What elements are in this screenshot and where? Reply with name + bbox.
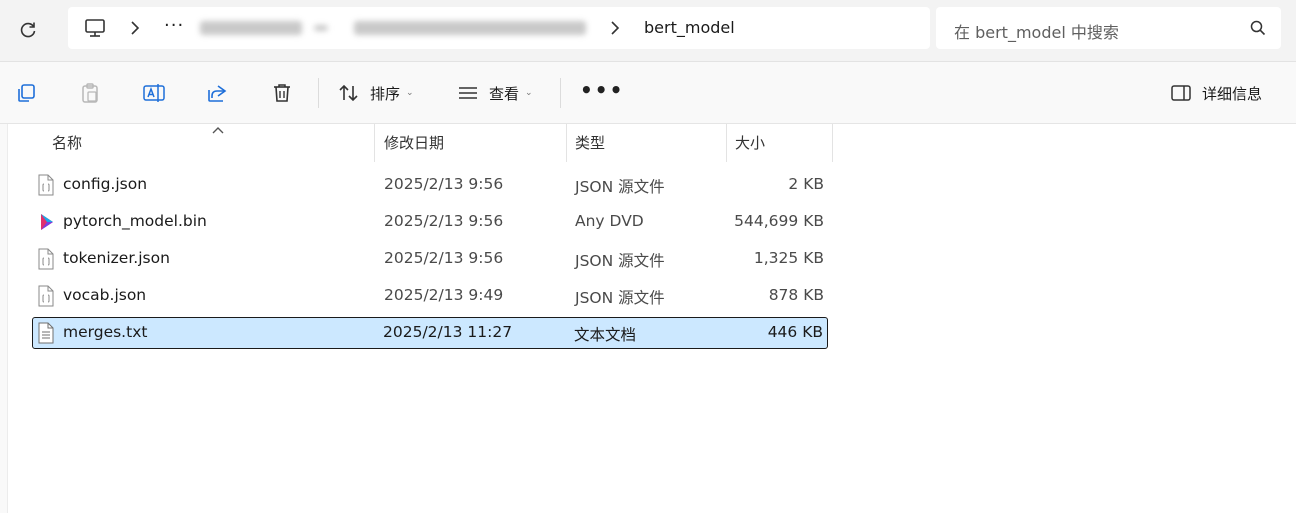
table-row[interactable]: pytorch_model.bin 2025/2/13 9:56 Any DVD…: [32, 206, 828, 238]
sort-button[interactable]: 排序 ⌄: [338, 79, 414, 107]
file-date: 2025/2/13 9:56: [384, 175, 504, 193]
json-file-icon: [38, 248, 54, 274]
file-name[interactable]: merges.txt: [63, 323, 147, 341]
details-pane-icon: [1171, 85, 1191, 101]
file-size: 446 KB: [767, 323, 823, 341]
file-list: 名称 修改日期 类型 大小 config.json 2025/2/13 9:56…: [8, 124, 1296, 513]
file-type: Any DVD: [575, 212, 644, 230]
file-date: 2025/2/13 9:49: [384, 286, 504, 304]
search-input[interactable]: 在 bert_model 中搜索: [954, 19, 1119, 43]
refresh-icon: [20, 22, 36, 38]
file-size: 1,325 KB: [753, 249, 824, 267]
copy-icon: [18, 84, 35, 102]
json-file-icon: [38, 285, 54, 311]
copy-button[interactable]: [15, 79, 37, 107]
column-header-name[interactable]: 名称: [52, 132, 82, 153]
toolbar-divider: [560, 78, 561, 108]
table-row[interactable]: vocab.json 2025/2/13 9:49 JSON 源文件 878 K…: [32, 280, 828, 312]
delete-button[interactable]: [271, 79, 293, 107]
chevron-right-icon[interactable]: [130, 21, 140, 39]
refresh-button[interactable]: [14, 16, 42, 44]
column-header-date[interactable]: 修改日期: [384, 132, 444, 153]
column-header-type[interactable]: 类型: [575, 132, 605, 153]
file-type: JSON 源文件: [575, 252, 665, 270]
sort-icon: [339, 84, 358, 102]
more-options-button[interactable]: •••: [580, 78, 624, 102]
view-button[interactable]: 查看 ⌄: [457, 79, 533, 107]
file-size: 544,699 KB: [734, 212, 824, 230]
file-date: 2025/2/13 9:56: [384, 249, 504, 267]
this-pc-icon[interactable]: [84, 18, 106, 42]
text-file-icon: [38, 322, 54, 348]
chevron-right-icon[interactable]: [610, 21, 620, 39]
file-name[interactable]: vocab.json: [63, 286, 146, 304]
column-divider[interactable]: [832, 124, 833, 162]
paste-icon: [82, 83, 98, 103]
command-bar: 排序 ⌄ 查看 ⌄ ••• 详细信息: [0, 62, 1296, 124]
table-row[interactable]: config.json 2025/2/13 9:56 JSON 源文件 2 KB: [32, 169, 828, 201]
media-file-icon: [38, 211, 56, 237]
breadcrumb-overflow-button[interactable]: ···: [164, 15, 184, 36]
column-divider[interactable]: [566, 124, 567, 162]
address-bar-row: ··· bert_model 在 bert_model 中搜索: [0, 0, 1296, 62]
table-row[interactable]: tokenizer.json 2025/2/13 9:56 JSON 源文件 1…: [32, 243, 828, 275]
search-box[interactable]: 在 bert_model 中搜索: [936, 7, 1281, 49]
column-header-size[interactable]: 大小: [735, 132, 765, 153]
redacted-path-segment: [354, 21, 586, 35]
file-date: 2025/2/13 11:27: [383, 323, 513, 341]
file-type: JSON 源文件: [575, 289, 665, 307]
breadcrumb-current-folder[interactable]: bert_model: [644, 18, 735, 37]
search-icon[interactable]: [1249, 19, 1267, 41]
file-name[interactable]: tokenizer.json: [63, 249, 170, 267]
navigation-pane-edge: [0, 124, 8, 513]
json-file-icon: [38, 174, 54, 200]
rename-button[interactable]: [142, 79, 166, 107]
file-size: 878 KB: [768, 286, 824, 304]
file-date: 2025/2/13 9:56: [384, 212, 504, 230]
rename-icon: [143, 84, 165, 102]
view-list-icon: [459, 87, 477, 99]
details-label: 详细信息: [1202, 84, 1263, 103]
column-divider[interactable]: [726, 124, 727, 162]
sort-ascending-icon: [212, 120, 224, 138]
redacted-path-segment: [200, 21, 302, 35]
file-size: 2 KB: [788, 175, 824, 193]
column-divider[interactable]: [374, 124, 375, 162]
file-type: 文本文档: [574, 326, 637, 344]
table-row-selected[interactable]: merges.txt 2025/2/13 11:27 文本文档 446 KB: [32, 317, 828, 349]
sort-label: 排序: [370, 84, 401, 103]
file-name[interactable]: config.json: [63, 175, 147, 193]
file-type: JSON 源文件: [575, 178, 665, 196]
breadcrumb[interactable]: ··· bert_model: [68, 7, 930, 49]
view-label: 查看: [489, 84, 520, 103]
share-icon: [208, 85, 227, 102]
trash-icon: [274, 84, 290, 102]
paste-button[interactable]: [79, 79, 101, 107]
chevron-down-icon: ⌄: [406, 88, 414, 98]
toolbar-divider: [318, 78, 319, 108]
file-name[interactable]: pytorch_model.bin: [63, 212, 207, 230]
details-pane-button[interactable]: 详细信息: [1170, 79, 1262, 107]
chevron-down-icon: ⌄: [525, 88, 533, 98]
share-button[interactable]: [206, 79, 228, 107]
redacted-path-segment: [314, 25, 328, 31]
